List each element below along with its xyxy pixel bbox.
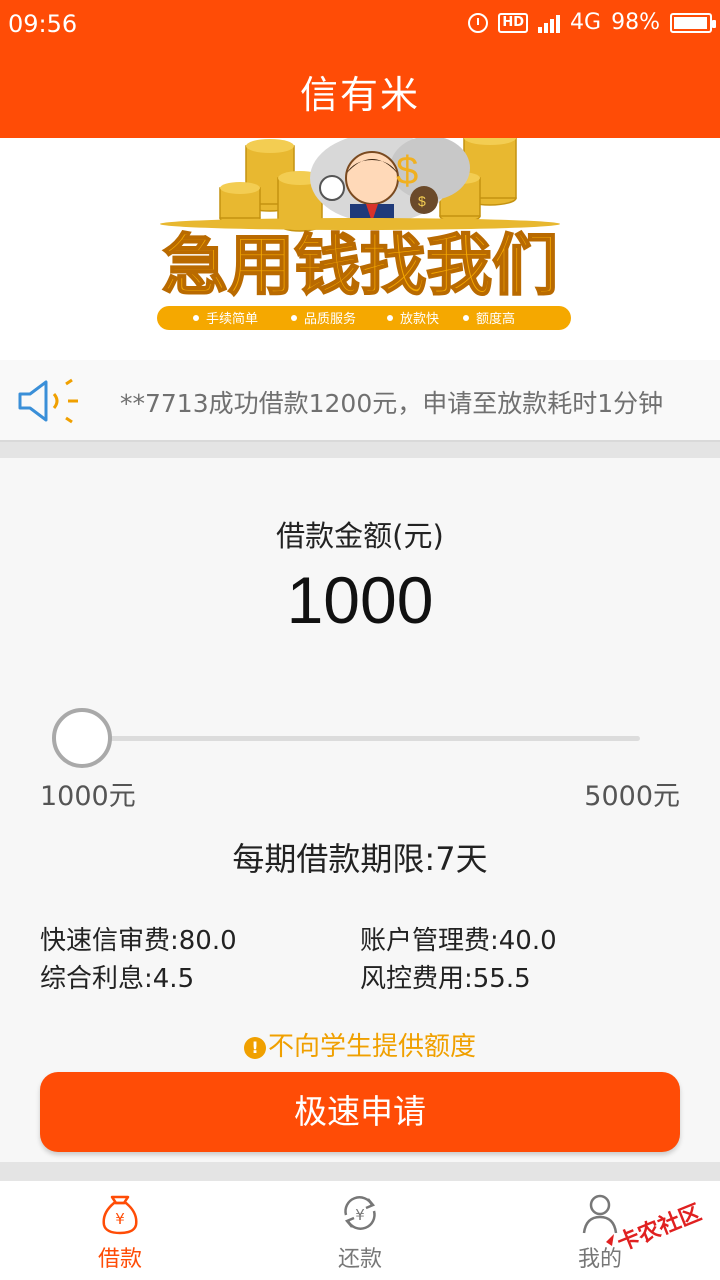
banner-illustration: $ $ 急用钱找我们 手续简单 品质服务 放款快 额度高 <box>157 138 571 330</box>
status-time: 09:56 <box>8 10 78 38</box>
banner-headline: 急用钱找我们 <box>162 227 558 304</box>
fee-risk: 风控费用:55.5 <box>360 964 531 994</box>
banner-feature: 额度高 <box>476 311 515 327</box>
promo-banner[interactable]: $ $ 急用钱找我们 手续简单 品质服务 放款快 额度高 <box>0 138 720 360</box>
battery-icon <box>670 12 716 33</box>
status-bar: 09:56 HD 4G 98% <box>0 0 720 52</box>
tab-repay[interactable]: ¥ 还款 <box>240 1181 480 1280</box>
hd-icon: HD <box>498 12 529 33</box>
slider-max-label: 5000元 <box>584 781 680 812</box>
tab-borrow[interactable]: ¥ 借款 <box>0 1181 240 1280</box>
tab-borrow-label: 借款 <box>97 1247 142 1272</box>
slider-thumb[interactable] <box>52 708 112 768</box>
money-bag-icon: ¥ <box>102 1195 138 1235</box>
amount-label: 借款金额(元) <box>276 519 444 553</box>
network-type: 4G <box>570 10 602 35</box>
slider-min-label: 1000元 <box>40 781 136 812</box>
svg-text:¥: ¥ <box>355 1206 365 1224</box>
svg-text:¥: ¥ <box>115 1210 125 1228</box>
loan-notice-bar: **7713成功借款1200元，申请至放款耗时1分钟 <box>0 360 720 442</box>
banner-feature: 放款快 <box>400 312 439 327</box>
tab-repay-label: 还款 <box>337 1247 382 1272</box>
warning-text: 不向学生提供额度 <box>267 1032 476 1062</box>
watermark-text: 卡农社区 <box>614 1199 705 1256</box>
fee-review: 快速信审费:80.0 <box>40 926 237 956</box>
battery-percent: 98% <box>611 10 660 35</box>
app-bar: 信有米 <box>0 52 720 138</box>
signal-icon <box>538 13 561 33</box>
status-icons: HD 4G 98% <box>468 10 716 35</box>
warning-icon: ! <box>243 1037 266 1059</box>
divider <box>0 1162 720 1180</box>
watermark-logo: 卡农社区 <box>606 1199 705 1256</box>
banner-feature: 品质服务 <box>304 311 356 327</box>
student-warning: ! 不向学生提供额度 <box>0 1026 720 1063</box>
notice-text: **7713成功借款1200元，申请至放款耗时1分钟 <box>120 389 664 418</box>
fee-interest: 综合利息:4.5 <box>40 964 195 994</box>
divider <box>0 442 720 458</box>
app-title: 信有米 <box>299 73 420 117</box>
amount-slider[interactable] <box>52 708 640 770</box>
repay-yen-icon: ¥ <box>344 1196 376 1230</box>
alarm-icon <box>468 12 489 33</box>
speaker-icon <box>18 378 78 424</box>
banner-feature: 手续简单 <box>206 311 258 327</box>
slider-track[interactable] <box>80 736 640 741</box>
loan-card: 借款金额(元) 1000 1000元 5000元 每期借款期限:7天 快速信审费… <box>0 458 720 1162</box>
svg-text:$: $ <box>396 149 418 193</box>
loan-term: 每期借款期限:7天 <box>232 840 488 878</box>
amount-value: 1000 <box>286 563 434 637</box>
svg-text:$: $ <box>418 193 426 209</box>
fee-account: 账户管理费:40.0 <box>360 926 557 956</box>
apply-button[interactable]: 极速申请 <box>40 1072 680 1152</box>
